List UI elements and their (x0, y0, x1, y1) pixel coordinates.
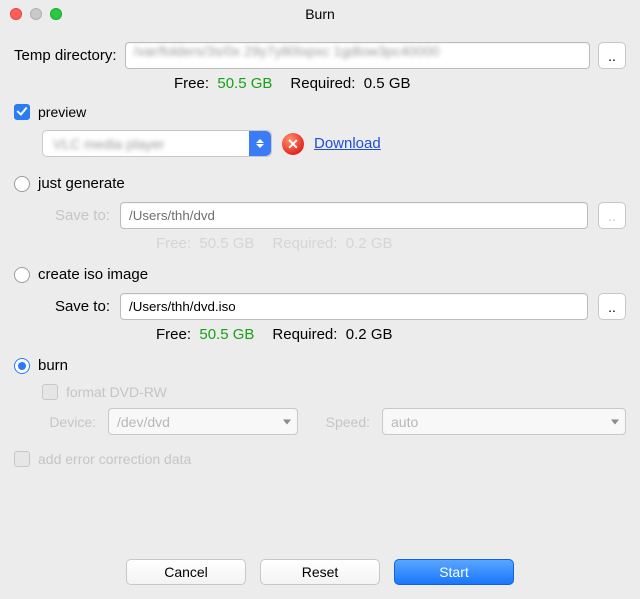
format-dvdrw-label: format DVD-RW (66, 384, 167, 400)
create-iso-browse-button[interactable]: .. (598, 293, 626, 320)
just-generate-saveto-label: Save to: (42, 207, 110, 224)
create-iso-saveto-label: Save to: (42, 298, 110, 315)
device-label: Device: (42, 414, 96, 430)
preview-row: preview (14, 104, 626, 120)
burn-label: burn (38, 357, 68, 374)
create-iso-diskinfo: Free: 50.5 GB Required: 0.2 GB (42, 326, 626, 343)
reset-button[interactable]: Reset (260, 559, 380, 585)
chevron-down-icon (283, 419, 291, 424)
required-value: 0.5 GB (364, 75, 411, 92)
window-controls (0, 8, 62, 20)
create-iso-label: create iso image (38, 266, 148, 283)
temp-directory-input[interactable]: /var/folders/3s/0x 29y7y80txpxc 1gdlow3p… (125, 42, 590, 69)
just-generate-radio[interactable] (14, 176, 30, 192)
start-button[interactable]: Start (394, 559, 514, 585)
temp-directory-value: /var/folders/3s/0x 29y7y80txpxc 1gdlow3p… (134, 43, 440, 59)
device-value: /dev/dvd (117, 414, 170, 430)
speed-select: auto (382, 408, 626, 435)
preview-checkbox[interactable] (14, 104, 30, 120)
just-generate-block: Save to: .. Free: 50.5 GB Required: 0.2 … (14, 202, 626, 252)
temp-directory-row: Temp directory: /var/folders/3s/0x 29y7y… (14, 42, 626, 69)
burn-row: burn (14, 357, 626, 374)
device-select: /dev/dvd (108, 408, 298, 435)
preview-player-row: VLC media player ✕ Download (14, 130, 626, 157)
create-iso-block: Save to: .. Free: 50.5 GB Required: 0.2 … (14, 293, 626, 343)
minimize-window-icon (30, 8, 42, 20)
free-value: 50.5 GB (199, 326, 254, 343)
temp-directory-diskinfo: Free: 50.5 GB Required: 0.5 GB (14, 75, 626, 92)
speed-label: Speed: (310, 414, 370, 430)
burn-radio[interactable] (14, 358, 30, 374)
just-generate-row: just generate (14, 175, 626, 192)
chevron-down-icon (611, 419, 619, 424)
create-iso-saveto-input[interactable] (120, 293, 588, 320)
preview-player-select[interactable]: VLC media player (42, 130, 272, 157)
required-label: Required: (272, 326, 337, 343)
cancel-button[interactable]: Cancel (126, 559, 246, 585)
free-label: Free: (174, 75, 209, 92)
required-value: 0.2 GB (346, 326, 393, 343)
download-link[interactable]: Download (314, 135, 381, 152)
free-label: Free: (156, 326, 191, 343)
burn-block: format DVD-RW Device: /dev/dvd Speed: au… (14, 384, 626, 435)
just-generate-saveto-input (120, 202, 588, 229)
temp-directory-label: Temp directory: (14, 47, 117, 64)
just-generate-label: just generate (38, 175, 125, 192)
dialog-buttons: Cancel Reset Start (0, 559, 640, 585)
just-generate-browse-button: .. (598, 202, 626, 229)
preview-label: preview (38, 104, 86, 120)
close-window-icon[interactable] (10, 8, 22, 20)
create-iso-radio[interactable] (14, 267, 30, 283)
error-correction-row: add error correction data (14, 451, 626, 467)
error-correction-checkbox (14, 451, 30, 467)
temp-directory-browse-button[interactable]: .. (598, 42, 626, 69)
create-iso-row: create iso image (14, 266, 626, 283)
error-correction-label: add error correction data (38, 451, 191, 467)
format-dvdrw-checkbox (42, 384, 58, 400)
speed-value: auto (391, 414, 418, 430)
select-arrows-icon (249, 131, 271, 156)
zoom-window-icon[interactable] (50, 8, 62, 20)
titlebar: Burn (0, 0, 640, 28)
error-icon: ✕ (282, 133, 304, 155)
free-value: 50.5 GB (217, 75, 272, 92)
just-generate-diskinfo: Free: 50.5 GB Required: 0.2 GB (42, 235, 626, 252)
preview-player-value: VLC media player (53, 136, 164, 152)
required-label: Required: (290, 75, 355, 92)
window-title: Burn (0, 6, 640, 22)
